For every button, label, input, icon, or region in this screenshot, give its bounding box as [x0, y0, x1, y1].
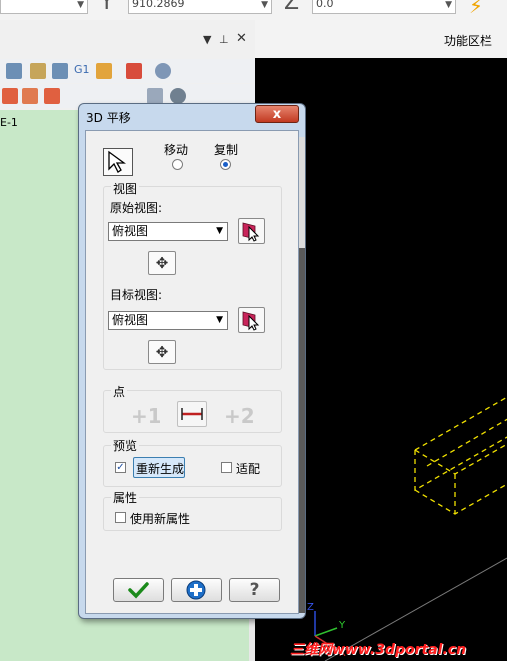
surface-icon[interactable]: [52, 63, 68, 79]
dialog-title: 3D 平移: [86, 111, 131, 125]
y-coordinate-value: 910.2869: [132, 0, 185, 10]
point-2-button[interactable]: +2: [222, 401, 255, 428]
regenerate-checkbox[interactable]: ✓: [115, 462, 126, 473]
original-view-select[interactable]: 俯视图 ▼: [108, 222, 228, 241]
z-axis-label: Z: [284, 0, 300, 15]
scrollbar-thumb[interactable]: [299, 248, 305, 613]
svg-text:+2: +2: [224, 404, 253, 428]
updown-arrow-icon[interactable]: [44, 88, 60, 104]
move-option-label: 移动: [164, 143, 189, 157]
sphere-icon[interactable]: [170, 88, 186, 104]
checkmark-icon: [128, 582, 149, 599]
wand-icon[interactable]: [126, 63, 142, 79]
z-coordinate-value: 0.0: [316, 0, 334, 10]
y-axis-label: Y: [100, 0, 114, 15]
chevron-down-icon: ▼: [216, 226, 223, 236]
point-group-title: 点: [111, 383, 128, 400]
move-radio[interactable]: [172, 159, 183, 170]
chevron-down-icon[interactable]: ▼: [261, 0, 268, 14]
move-target-view-button[interactable]: ✥: [148, 340, 176, 364]
help-button[interactable]: ?: [229, 578, 280, 602]
preview-group-title: 预览: [111, 437, 140, 454]
chevron-down-icon: ▼: [216, 315, 223, 325]
view-pick-icon: [242, 311, 260, 331]
select-entities-button[interactable]: [103, 148, 133, 176]
ok-button[interactable]: [113, 578, 164, 602]
view-pick-icon: [242, 222, 260, 242]
z-coordinate-field[interactable]: 0.0 ▼: [312, 0, 456, 14]
arrow-up-icon[interactable]: [2, 88, 18, 104]
help-icon[interactable]: [155, 63, 171, 79]
svg-text:Z: Z: [307, 602, 314, 613]
plus-icon: [186, 580, 206, 600]
plus-two-icon: +2: [224, 404, 255, 428]
translate-tool-icon[interactable]: [147, 88, 163, 104]
cursor-arrow-icon: [108, 150, 126, 173]
layers-icon[interactable]: [30, 63, 46, 79]
original-view-value: 俯视图: [112, 224, 149, 238]
pick-original-view-button[interactable]: [238, 218, 265, 244]
help-icon: ?: [249, 580, 260, 600]
lightning-icon[interactable]: ⚡: [469, 0, 483, 18]
shift-icon[interactable]: [22, 88, 38, 104]
regenerate-label: 重新生成: [136, 462, 185, 476]
x-coordinate-field[interactable]: ▼: [0, 0, 88, 14]
point-1-button[interactable]: +1: [129, 401, 162, 428]
pin-icon[interactable]: ⊥: [219, 33, 229, 46]
watermark: 三维网www.3dportal.cn: [290, 642, 467, 658]
axis-icon[interactable]: [96, 63, 112, 79]
panel-menu-icon[interactable]: ▼: [203, 33, 211, 46]
close-icon[interactable]: ✕: [236, 31, 247, 46]
target-view-select[interactable]: 俯视图 ▼: [108, 311, 228, 330]
dialog-scrollbar[interactable]: [299, 137, 305, 613]
toolbar-row-1: G1: [0, 59, 255, 83]
use-new-attributes-checkbox[interactable]: [115, 512, 126, 523]
coordinate-bar: ▼ Y 910.2869 ▼ Z 0.0 ▼ ⚡: [0, 0, 507, 20]
view-group-title: 视图: [111, 180, 140, 197]
g1-icon[interactable]: G1: [74, 63, 90, 79]
distance-icon: [181, 408, 203, 420]
plus-one-icon: +1: [131, 404, 162, 428]
distance-button[interactable]: [177, 401, 207, 427]
chevron-down-icon[interactable]: ▼: [77, 0, 84, 14]
attribute-group-title: 属性: [111, 489, 140, 506]
dialog-close-button[interactable]: x: [255, 105, 299, 123]
target-view-value: 俯视图: [112, 313, 149, 327]
use-new-attributes-label: 使用新属性: [130, 512, 191, 526]
function-bar-header: 功能区栏: [255, 20, 507, 58]
svg-text:+1: +1: [131, 404, 160, 428]
copy-radio[interactable]: [220, 159, 231, 170]
close-icon: x: [272, 107, 282, 122]
svg-text:Y: Y: [338, 620, 346, 631]
original-view-label: 原始视图:: [110, 201, 163, 215]
wave-icon[interactable]: [6, 63, 22, 79]
apply-button[interactable]: [171, 578, 222, 602]
chevron-down-icon[interactable]: ▼: [445, 0, 452, 14]
y-coordinate-field[interactable]: 910.2869 ▼: [128, 0, 272, 14]
target-view-label: 目标视图:: [110, 288, 163, 302]
pick-target-view-button[interactable]: [238, 307, 265, 333]
panel-header: ▼ ⊥ ✕: [0, 30, 255, 53]
move-cross-icon: ✥: [155, 254, 169, 272]
tree-item-label[interactable]: E-1: [0, 116, 18, 129]
move-view-button[interactable]: ✥: [148, 251, 176, 275]
regenerate-button[interactable]: 重新生成: [133, 457, 185, 478]
function-bar-label: 功能区栏: [443, 34, 492, 48]
fit-label: 适配: [236, 462, 261, 476]
copy-option-label: 复制: [214, 143, 239, 157]
move-cross-icon: ✥: [155, 343, 169, 361]
fit-checkbox[interactable]: [221, 462, 232, 473]
